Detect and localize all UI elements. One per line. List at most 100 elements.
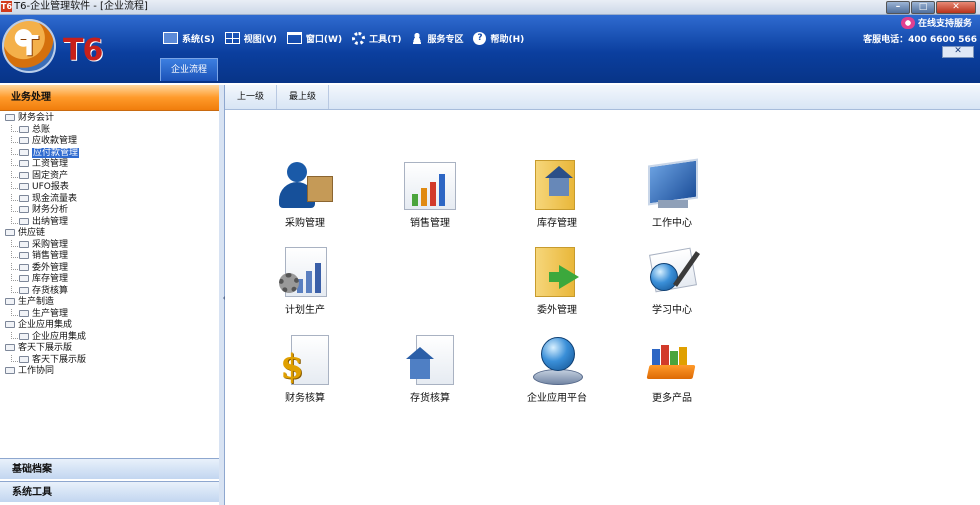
more-products-books-icon bbox=[644, 333, 700, 387]
tree-item[interactable]: 工资管理 bbox=[0, 159, 219, 171]
tile-learning-center[interactable]: 学习中心 bbox=[627, 245, 717, 316]
tile-label: 销售管理 bbox=[410, 218, 450, 229]
tile-more-products[interactable]: 更多产品 bbox=[627, 333, 717, 404]
tree-item[interactable]: 企业应用集成 bbox=[0, 331, 219, 344]
maximize-button[interactable]: □ bbox=[911, 1, 935, 14]
tree-label: 生产制造 bbox=[18, 297, 55, 307]
online-support-label: 在线支持服务 bbox=[917, 19, 972, 29]
tree-label: 应收款管理 bbox=[32, 136, 78, 146]
tree-label: 客天下展示版 bbox=[32, 354, 87, 365]
tile-label: 企业应用平台 bbox=[527, 393, 587, 404]
tile-finance-accounting[interactable]: $ 财务核算 bbox=[260, 333, 350, 404]
window-title: T6-企业管理软件 - [企业流程] bbox=[14, 1, 148, 12]
tree-label: 委外管理 bbox=[32, 262, 69, 273]
folder-icon bbox=[19, 286, 29, 294]
folder-icon bbox=[19, 263, 29, 271]
tree-group[interactable]: 工作协同 bbox=[0, 366, 219, 378]
tile-label: 计划生产 bbox=[285, 305, 325, 316]
gear-icon bbox=[352, 31, 366, 45]
tree-label: 出纳管理 bbox=[32, 216, 69, 227]
tree-item[interactable]: 销售管理 bbox=[0, 251, 219, 263]
purchase-icon bbox=[277, 158, 333, 212]
folder-icon bbox=[19, 355, 29, 363]
menu-view[interactable]: 视图(V) bbox=[224, 30, 277, 46]
tree-group[interactable]: 供应链 bbox=[0, 228, 219, 240]
tree-item[interactable]: 财务分析 bbox=[0, 205, 219, 217]
sidebar-section-system-tools[interactable]: 系统工具 bbox=[0, 481, 219, 502]
folder-icon bbox=[19, 194, 29, 202]
sidebar-title[interactable]: 业务处理 bbox=[0, 85, 219, 111]
folder-icon bbox=[19, 206, 29, 213]
menu-tools[interactable]: 工具(T) bbox=[352, 30, 401, 46]
tree-item[interactable]: 客天下展示版 bbox=[0, 354, 219, 367]
tree-item[interactable]: 生产管理 bbox=[0, 308, 219, 321]
menu-window[interactable]: 窗口(W) bbox=[286, 30, 343, 46]
tab-enterprise-process[interactable]: 企业流程 bbox=[160, 58, 218, 81]
tree-label: 现金流量表 bbox=[32, 193, 78, 204]
tree-item[interactable]: 现金流量表 bbox=[0, 193, 219, 206]
nav-up-one-level-button[interactable]: 上一级 bbox=[225, 85, 278, 109]
tile-production-plan[interactable]: 计划生产 bbox=[260, 245, 350, 316]
tree-item[interactable]: 固定资产 bbox=[0, 170, 219, 183]
app-logo-icon: T6 bbox=[1, 1, 13, 12]
folder-icon bbox=[19, 332, 29, 340]
sidebar-section-basic-archives[interactable]: 基础档案 bbox=[0, 458, 219, 479]
menu-window-label: 窗口(W) bbox=[305, 34, 343, 45]
tree-item[interactable]: 总账 bbox=[0, 124, 219, 137]
window-controls: – □ ✕ bbox=[886, 1, 976, 14]
tree-label: 固定资产 bbox=[32, 170, 69, 181]
tile-sales[interactable]: 销售管理 bbox=[385, 158, 475, 229]
menu-help[interactable]: ? 帮助(H) bbox=[473, 30, 524, 46]
tree-label: 销售管理 bbox=[32, 251, 69, 261]
close-window-button[interactable]: ✕ bbox=[936, 1, 976, 14]
t6-logo-icon: T bbox=[2, 19, 56, 73]
tree-item[interactable]: 存货核算 bbox=[0, 285, 219, 298]
tile-inventory-accounting[interactable]: 存货核算 bbox=[385, 333, 475, 404]
tile-work-center[interactable]: 工作中心 bbox=[627, 158, 717, 229]
menu-bar: 系统(S) 视图(V) 窗口(W) 工具(T) 服务专区 ? 帮助(H) bbox=[163, 30, 524, 46]
tree-group[interactable]: 财务会计 bbox=[0, 113, 219, 125]
online-support-link[interactable]: 在线支持服务 bbox=[900, 16, 972, 29]
tile-label: 委外管理 bbox=[537, 305, 577, 316]
tile-inventory[interactable]: 库存管理 bbox=[512, 158, 602, 229]
tree-label: 采购管理 bbox=[32, 239, 69, 250]
nav-top-level-button[interactable]: 最上级 bbox=[277, 85, 330, 109]
tile-label: 存货核算 bbox=[410, 393, 450, 404]
app-header: T T6 系统(S) 视图(V) 窗口(W) 工具(T) 服务专区 ? 帮助(H… bbox=[0, 15, 980, 83]
t6-logo-text: T6 bbox=[63, 33, 103, 68]
folder-icon bbox=[19, 217, 29, 225]
close-document-button[interactable]: ✕ bbox=[942, 46, 974, 58]
menu-system[interactable]: 系统(S) bbox=[163, 30, 215, 46]
tree-item[interactable]: 应付款管理 bbox=[0, 147, 219, 160]
folder-icon bbox=[5, 321, 15, 328]
tree-group[interactable]: 企业应用集成 bbox=[0, 320, 219, 332]
folder-icon bbox=[5, 344, 15, 351]
tree-item[interactable]: UFO报表 bbox=[0, 182, 219, 194]
folder-icon bbox=[19, 171, 29, 179]
menu-service-label: 服务专区 bbox=[427, 34, 464, 45]
folder-icon bbox=[5, 229, 15, 236]
tile-purchase[interactable]: 采购管理 bbox=[260, 158, 350, 229]
window-icon bbox=[286, 32, 302, 44]
tree-item[interactable]: 应收款管理 bbox=[0, 136, 219, 148]
folder-icon bbox=[19, 125, 29, 133]
help-icon: ? bbox=[473, 31, 487, 45]
folder-icon bbox=[5, 298, 15, 305]
tile-enterprise-platform[interactable]: 企业应用平台 bbox=[512, 333, 602, 404]
tree-label: UFO报表 bbox=[32, 182, 69, 192]
menu-tools-label: 工具(T) bbox=[369, 34, 402, 45]
tree-label: 财务会计 bbox=[18, 113, 55, 123]
tile-outsourcing[interactable]: 委外管理 bbox=[512, 245, 602, 316]
tree-label: 客天下展示版 bbox=[18, 343, 73, 353]
tree-label: 企业应用集成 bbox=[18, 320, 73, 330]
folder-icon bbox=[19, 275, 29, 282]
tree-item[interactable]: 采购管理 bbox=[0, 239, 219, 252]
tree-group[interactable]: 客天下展示版 bbox=[0, 343, 219, 355]
tree-item[interactable]: 委外管理 bbox=[0, 262, 219, 275]
tree-group[interactable]: 生产制造 bbox=[0, 297, 219, 309]
menu-service[interactable]: 服务专区 bbox=[411, 30, 463, 46]
tree-item[interactable]: 出纳管理 bbox=[0, 216, 219, 229]
minimize-button[interactable]: – bbox=[886, 1, 910, 14]
tile-label: 财务核算 bbox=[285, 393, 325, 404]
tree-item[interactable]: 库存管理 bbox=[0, 274, 219, 286]
